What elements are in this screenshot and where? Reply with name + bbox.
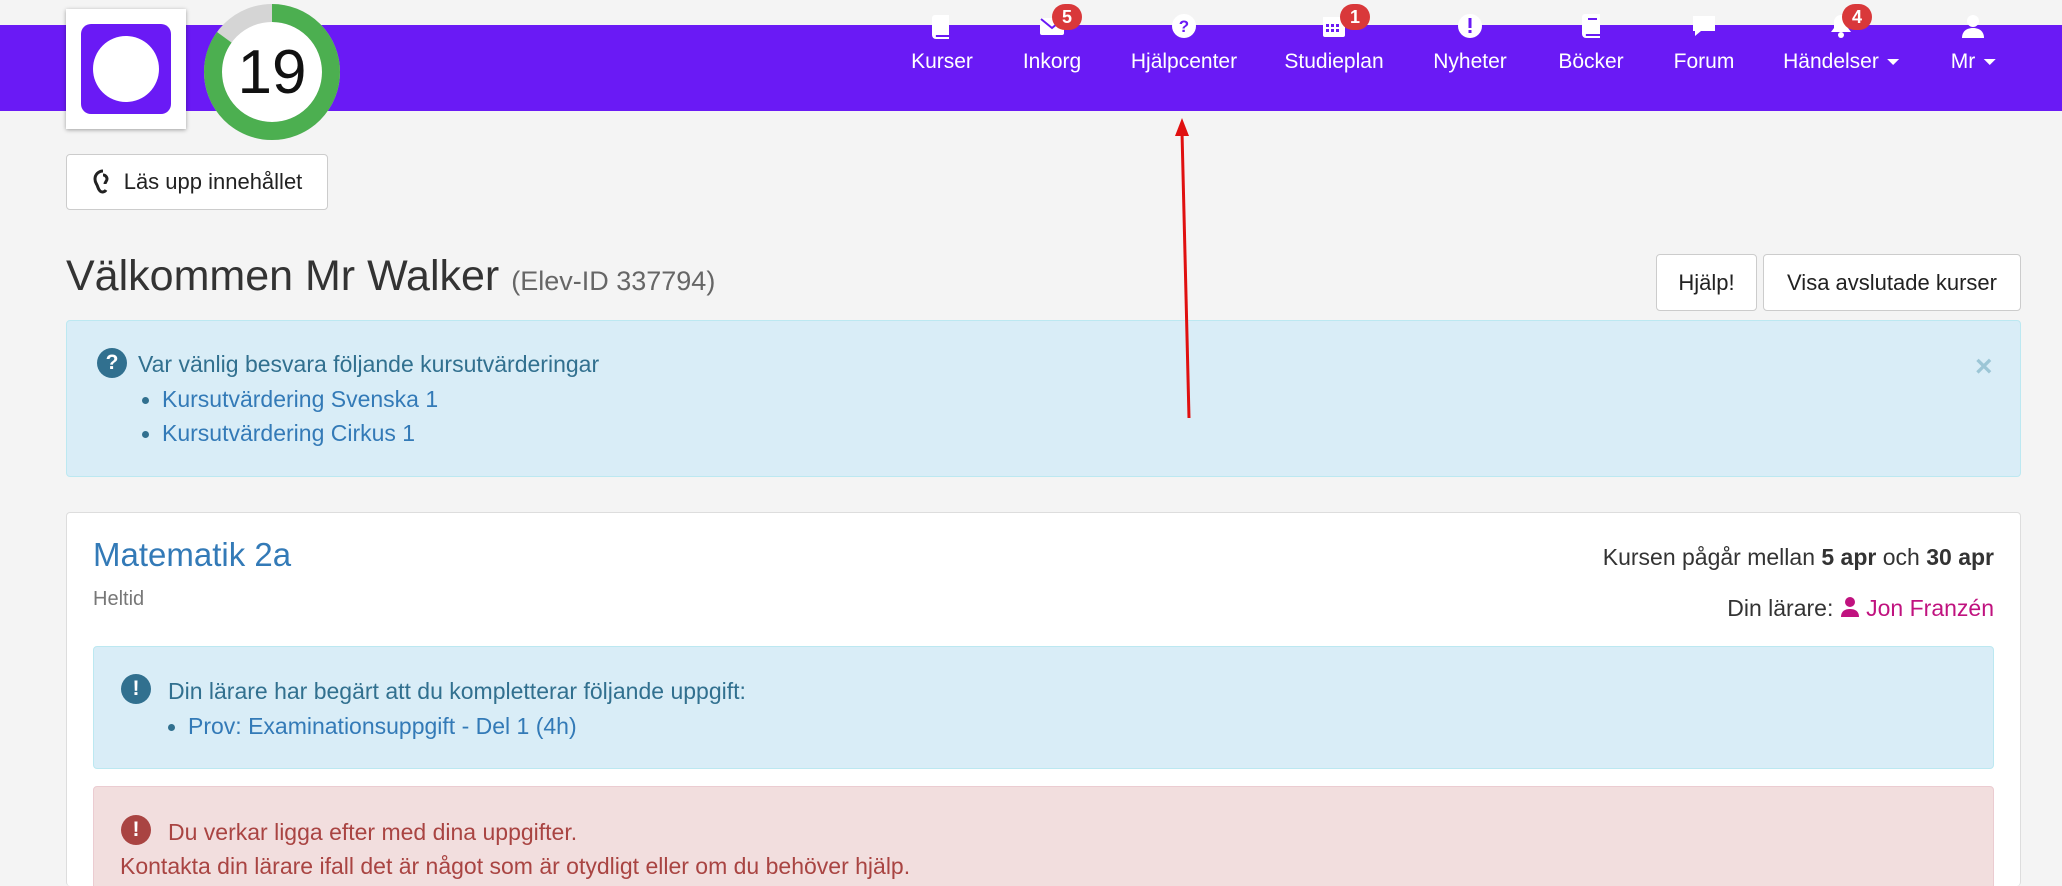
close-icon[interactable]: × [1975,350,1993,384]
read-aloud-label: Läs upp innehållet [123,169,303,194]
nav-label-inkorg: Inkorg [1022,50,1082,73]
exclamation-circle-icon: ! [121,674,151,704]
behind-alert-line1: Du verkar ligga efter med dina uppgifter… [168,819,578,845]
nav-bocker[interactable]: Böcker [1550,0,1632,86]
nav-forum[interactable]: Forum [1664,0,1744,86]
welcome-heading: Välkommen Mr Walker [66,252,500,300]
complete-task-heading: Din lärare har begärt att du komplettera… [168,678,746,704]
nav-label-kurser: Kurser [911,50,973,73]
nav-label-studieplan: Studieplan [1284,50,1384,73]
course-period-prefix: Kursen pågår mellan [1602,544,1815,570]
teacher-link[interactable]: Jon Franzén [1840,595,1994,621]
logo-dot [93,36,159,102]
nav-kurser[interactable]: Kurser [902,0,982,86]
course-end-date: 30 apr [1926,544,1994,570]
book-icon [927,11,957,41]
course-title[interactable]: Matematik 2a [93,536,291,574]
chevron-down-icon [1983,59,1996,66]
evaluation-heading: Var vänlig besvara följande kursutvärder… [138,351,600,377]
exclamation-circle-icon [1455,11,1485,41]
complete-task-alert [93,646,1994,769]
course-period: Kursen pågår mellan 5 apr och 30 apr [1603,544,1994,571]
handelser-badge: 4 [1842,4,1872,30]
show-finished-courses-button[interactable]: Visa avslutade kurser [1763,254,2021,311]
exclamation-circle-icon: ! [121,815,151,845]
nav-label-hjalpcenter: Hjälpcenter [1130,50,1238,73]
nav-nyheter[interactable]: Nyheter [1422,0,1518,86]
user-icon [1840,596,1860,618]
studieplan-badge: 1 [1340,4,1370,30]
ear-icon [92,169,114,195]
books-icon [1576,11,1606,41]
nav-hjalpcenter[interactable]: ? Hjälpcenter [1124,0,1244,86]
evaluation-link[interactable]: Kursutvärdering Cirkus 1 [141,420,415,447]
logo-mark [81,24,171,114]
read-aloud-button[interactable]: Läs upp innehållet [66,154,328,210]
course-start-date: 5 apr [1821,544,1877,570]
svg-text:?: ? [1179,17,1189,36]
student-id: (Elev-ID 337794) [511,266,716,296]
page-title: Välkommen Mr Walker (Elev-ID 337794) [66,252,715,301]
streak-indicator[interactable]: 19 [203,3,341,141]
evaluation-link[interactable]: Kursutvärdering Svenska 1 [141,386,438,413]
nav-label-user: Mr [1951,50,1996,74]
teacher-label: Din lärare: [1727,595,1834,621]
comment-icon [1689,11,1719,41]
nav-user-menu[interactable]: Mr [1938,0,2008,86]
teacher-name: Jon Franzén [1866,595,1994,621]
streak-count: 19 [237,37,307,107]
nav-label-handelser: Händelser [1783,50,1899,74]
behind-alert-line2: Kontakta din lärare ifall det är något s… [120,853,911,879]
help-button[interactable]: Hjälp! [1656,254,1757,311]
nav-inkorg[interactable]: 5 Inkorg [1012,0,1092,86]
question-circle-icon: ? [1169,11,1199,41]
nav-label-forum: Forum [1673,50,1735,73]
nav-studieplan[interactable]: 1 Studieplan [1284,0,1384,86]
chevron-down-icon [1886,59,1899,66]
course-teacher: Din lärare: Jon Franzén [1727,595,1994,622]
nav-handelser[interactable]: 4 Händelser [1776,0,1906,86]
course-period-and: och [1882,544,1920,570]
course-pace: Heltid [93,588,145,610]
question-circle-icon: ? [97,348,127,378]
complete-task-link[interactable]: Prov: Examinationsuppgift - Del 1 (4h) [168,713,577,740]
user-icon [1958,11,1988,41]
nav-label-bocker: Böcker [1558,50,1624,73]
logo[interactable] [66,9,186,129]
nav-label-nyheter: Nyheter [1433,50,1507,73]
inkorg-badge: 5 [1052,4,1082,30]
